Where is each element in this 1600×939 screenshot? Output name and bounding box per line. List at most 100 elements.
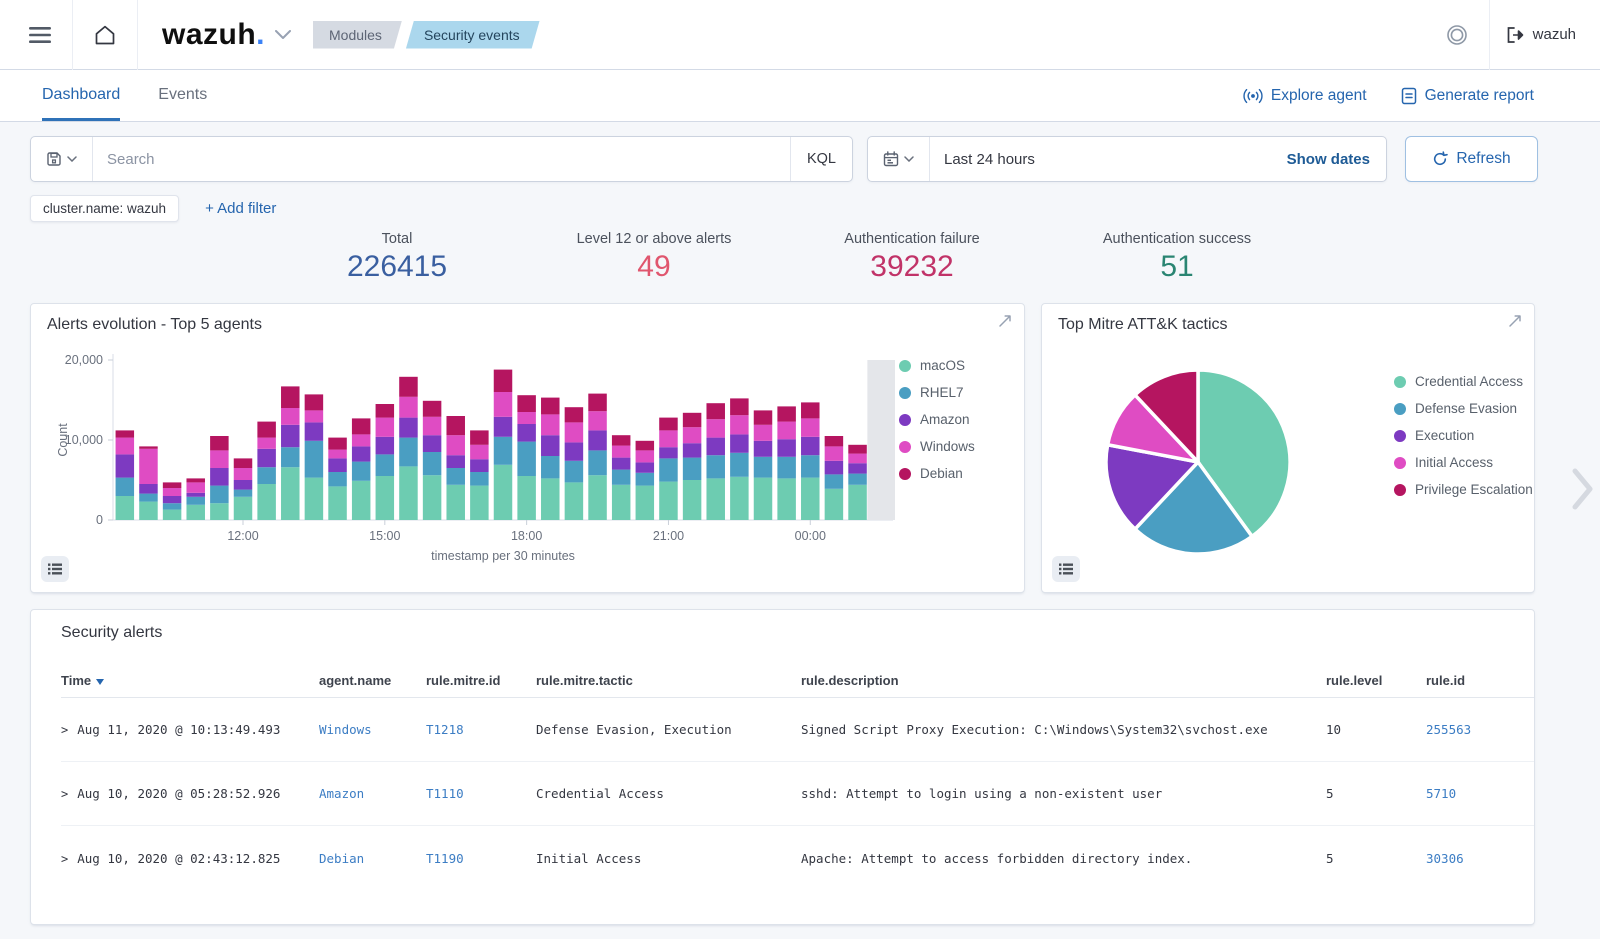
space-button[interactable] [1435,13,1479,57]
saved-query-button[interactable] [31,137,93,181]
stat-value: 51 [1103,250,1251,284]
table-row[interactable]: >Aug 10, 2020 @ 05:28:52.926AmazonT1110C… [61,762,1534,826]
legend-label: Privilege Escalation [1415,482,1533,497]
filter-pill-cluster-name[interactable]: cluster.name: wazuh [30,195,179,222]
mitre-tactics-pie-chart[interactable] [1098,362,1298,562]
column-header-rule-id[interactable]: rule.id [1426,673,1516,688]
cell-rule-mitre-id[interactable]: T1110 [426,786,536,801]
menu-button[interactable] [18,13,62,57]
legend-item-debian[interactable]: Debian [899,460,975,487]
kql-toggle-button[interactable]: KQL [790,137,852,181]
legend-label: Windows [920,439,975,454]
column-header-rule-mitre-id[interactable]: rule.mitre.id [426,673,536,688]
legend-item-privilege-escalation[interactable]: Privilege Escalation [1394,476,1533,503]
column-header-rule-description[interactable]: rule.description [801,673,1326,688]
legend-label: Amazon [920,412,970,427]
show-dates-button[interactable]: Show dates [1287,151,1386,168]
cell-agent-name[interactable]: Amazon [319,786,426,801]
cell-rule-mitre-id[interactable]: T1190 [426,851,536,866]
logout-button[interactable]: wazuh [1500,13,1582,57]
panel-options-button[interactable] [1052,556,1080,582]
wazuh-app: wazuh. ModulesSecurity events wazuh [0,0,1600,939]
alerts-evolution-panel: Alerts evolution - Top 5 agents 010,0002… [30,303,1025,593]
breadcrumb-security-events[interactable]: Security events [406,21,540,49]
generate-report-label: Generate report [1425,87,1534,105]
cell-rule-id[interactable]: 30306 [1426,851,1516,866]
ring-icon [1445,23,1469,47]
column-header-rule-level[interactable]: rule.level [1326,673,1426,688]
cell-rule-id[interactable]: 5710 [1426,786,1516,801]
column-header-time[interactable]: Time [61,673,319,688]
legend-item-defense-evasion[interactable]: Defense Evasion [1394,395,1533,422]
query-bar: Search KQL [30,136,1570,182]
stat-total: Total226415 [347,231,447,284]
svg-text:00:00: 00:00 [795,529,826,543]
home-button[interactable] [83,13,127,57]
stat-label: Total [347,231,447,247]
chevron-right-icon [1570,464,1596,514]
next-panel-button[interactable] [1570,464,1596,519]
legend-label: RHEL7 [920,385,964,400]
cell-rule-mitre-tactic: Credential Access [536,786,801,801]
chevron-down-icon[interactable] [275,30,291,39]
svg-text:0: 0 [96,513,103,527]
home-icon [93,24,117,46]
add-filter-button[interactable]: + Add filter [205,200,276,217]
generate-report-button[interactable]: Generate report [1401,87,1534,105]
cell-time: >Aug 11, 2020 @ 10:13:49.493 [61,722,319,737]
svg-text:15:00: 15:00 [369,529,400,543]
legend-item-execution[interactable]: Execution [1394,422,1533,449]
expand-row-icon[interactable]: > [61,787,68,801]
legend-item-initial-access[interactable]: Initial Access [1394,449,1533,476]
table-row[interactable]: >Aug 10, 2020 @ 02:43:12.825DebianT1190I… [61,826,1534,890]
time-range-value[interactable]: Last 24 hours [930,151,1035,168]
date-picker: Last 24 hours Show dates [867,136,1387,182]
cell-rule-mitre-tactic: Initial Access [536,851,801,866]
wazuh-logo[interactable]: wazuh. [162,18,265,52]
svg-text:12:00: 12:00 [227,529,258,543]
logout-icon [1506,26,1525,44]
legend-item-amazon[interactable]: Amazon [899,406,975,433]
expand-panel-button[interactable] [1508,314,1522,333]
alerts-evolution-bar-chart[interactable]: 010,00020,000Count12:0015:0018:0021:0000… [51,334,901,582]
cell-rule-description: Signed Script Proxy Execution: C:\Window… [801,722,1326,737]
bar-chart-legend: macOS RHEL7 Amazon Windows Debian [899,352,975,487]
tab-events[interactable]: Events [158,70,207,121]
legend-item-windows[interactable]: Windows [899,433,975,460]
search-input[interactable]: Search [93,151,790,168]
user-name-label: wazuh [1533,26,1576,43]
tab-dashboard[interactable]: Dashboard [42,70,120,121]
refresh-button[interactable]: Refresh [1405,136,1538,182]
stat-value: 39232 [844,250,979,284]
legend-item-macos[interactable]: macOS [899,352,975,379]
cell-agent-name[interactable]: Debian [319,851,426,866]
expand-row-icon[interactable]: > [61,723,68,737]
breadcrumb-modules[interactable]: Modules [313,21,402,49]
legend-dot [1394,430,1406,442]
svg-text:timestamp per 30 minutes: timestamp per 30 minutes [431,549,575,563]
table-row[interactable]: >Aug 11, 2020 @ 10:13:49.493WindowsT1218… [61,698,1534,762]
expand-panel-button[interactable] [998,314,1012,333]
dashboard-content: Search KQL [0,122,1600,939]
legend-dot [1394,484,1406,496]
refresh-icon [1432,151,1448,167]
calendar-button[interactable] [868,137,930,181]
tabs: Dashboard Events [42,70,245,121]
stat-authentication-success: Authentication success51 [1103,231,1251,284]
legend-label: Credential Access [1415,374,1523,389]
cell-agent-name[interactable]: Windows [319,722,426,737]
legend-item-credential-access[interactable]: Credential Access [1394,368,1533,395]
column-header-agent-name[interactable]: agent.name [319,673,426,688]
explore-agent-button[interactable]: Explore agent [1243,87,1367,105]
expand-row-icon[interactable]: > [61,852,68,866]
cell-rule-id[interactable]: 255563 [1426,722,1516,737]
panel-options-button[interactable] [41,556,69,582]
cell-time: >Aug 10, 2020 @ 02:43:12.825 [61,851,319,866]
explore-agent-label: Explore agent [1271,87,1367,105]
column-header-rule-mitre-tactic[interactable]: rule.mitre.tactic [536,673,801,688]
cell-rule-mitre-id[interactable]: T1218 [426,722,536,737]
svg-text:20,000: 20,000 [65,353,103,367]
legend-dot [1394,376,1406,388]
visualization-panels: Alerts evolution - Top 5 agents 010,0002… [30,303,1570,593]
legend-item-rhel7[interactable]: RHEL7 [899,379,975,406]
